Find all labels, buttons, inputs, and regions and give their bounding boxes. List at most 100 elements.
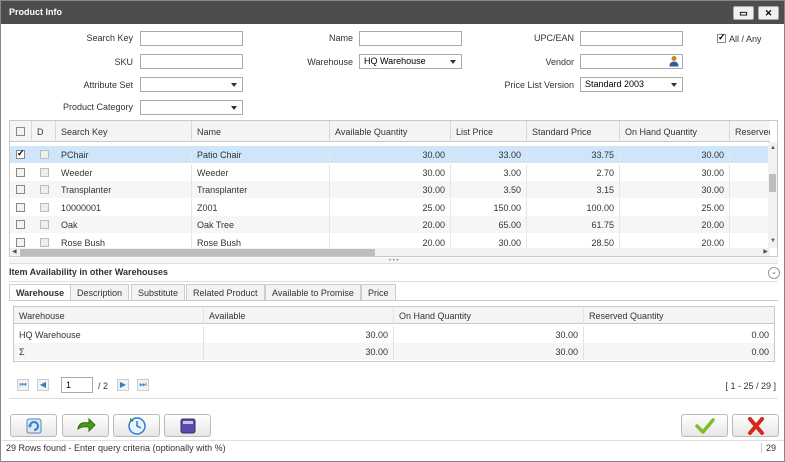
cell-list-price: 65.00 <box>451 216 527 233</box>
prev-page-icon[interactable]: ◀ <box>37 379 49 391</box>
cell-available: 20.00 <box>330 216 451 233</box>
column-header[interactable]: Search Key <box>56 121 192 142</box>
requery-button[interactable] <box>62 414 109 437</box>
page-number-input[interactable] <box>61 377 93 393</box>
cell-search-key: Oak <box>56 216 192 233</box>
cell-standard-price: 2.70 <box>527 164 620 181</box>
grid-horizontal-scrollbar[interactable]: ◀ ▶ <box>10 248 770 256</box>
tab-price[interactable]: Price <box>361 284 396 300</box>
cell-name: Z001 <box>192 199 330 216</box>
grid-vertical-scrollbar[interactable]: ▲ ▼ <box>768 142 777 248</box>
column-header[interactable]: Available <box>204 307 394 324</box>
price-list-select[interactable]: Standard 2003 <box>580 77 683 92</box>
column-header[interactable]: D <box>32 121 56 142</box>
cell-available: 25.00 <box>330 199 451 216</box>
select-all-cell <box>10 121 32 142</box>
scroll-thumb[interactable] <box>769 174 776 192</box>
row-checkbox[interactable] <box>16 220 25 229</box>
sku-input[interactable] <box>140 54 243 69</box>
column-header[interactable]: Standard Price <box>527 121 620 142</box>
chevron-down-icon <box>231 83 237 87</box>
cell-available: 30.00 <box>330 181 451 198</box>
divider <box>9 398 778 399</box>
column-header[interactable]: On Hand Quantity <box>620 121 730 142</box>
cancel-x-icon <box>747 417 764 435</box>
upc-input[interactable] <box>580 31 683 46</box>
drag-handle-icon[interactable]: • • • <box>389 258 399 264</box>
warehouse-select[interactable]: HQ Warehouse <box>359 54 462 69</box>
select-all-checkbox[interactable] <box>16 127 25 136</box>
vendor-lookup-icon[interactable] <box>668 55 680 67</box>
column-header[interactable]: Available Quantity <box>330 121 451 142</box>
name-input[interactable] <box>359 31 462 46</box>
last-page-icon[interactable]: ⏭ <box>137 379 149 391</box>
table-row[interactable]: Oak Oak Tree 20.00 65.00 61.75 20.00 <box>10 216 770 233</box>
scroll-up-icon[interactable]: ▲ <box>770 145 776 151</box>
table-row[interactable]: Σ 30.00 30.00 0.00 <box>14 343 774 360</box>
row-checkbox[interactable] <box>16 168 25 177</box>
product-category-select[interactable] <box>140 100 243 115</box>
cell-list-price: 3.00 <box>451 164 527 181</box>
row-discontinued-checkbox <box>40 203 49 212</box>
cell-on-hand: 30.00 <box>620 164 730 181</box>
scroll-down-icon[interactable]: ▼ <box>770 238 776 244</box>
tab-related-product[interactable]: Related Product <box>186 284 265 300</box>
tab-warehouse[interactable]: Warehouse <box>9 284 72 301</box>
table-row[interactable]: Weeder Weeder 30.00 3.00 2.70 30.00 <box>10 164 770 181</box>
column-header[interactable]: On Hand Quantity <box>394 307 584 324</box>
all-any-checkbox[interactable] <box>717 32 726 43</box>
archive-button[interactable] <box>164 414 211 437</box>
checkmark-icon <box>694 418 715 434</box>
refresh-button[interactable] <box>10 414 57 437</box>
cancel-button[interactable] <box>732 414 779 437</box>
warehouse-label: Warehouse <box>307 57 353 67</box>
splitter[interactable]: • • • <box>9 258 778 264</box>
cell-on-hand: 30.00 <box>394 326 584 343</box>
archive-icon <box>180 418 195 434</box>
cell-list-price: 33.00 <box>451 146 527 163</box>
all-any-label: All / Any <box>729 34 762 44</box>
cell-warehouse: Σ <box>14 343 204 360</box>
first-page-icon[interactable]: ⏮ <box>17 379 29 391</box>
search-key-input[interactable] <box>140 31 243 46</box>
table-row[interactable]: PChair Patio Chair 30.00 33.00 33.75 30.… <box>10 146 770 163</box>
table-row[interactable]: 10000001 Z001 25.00 150.00 100.00 25.00 <box>10 199 770 216</box>
ok-button[interactable] <box>681 414 728 437</box>
table-row[interactable]: Transplanter Transplanter 30.00 3.50 3.1… <box>10 181 770 198</box>
column-header[interactable]: Reserved <box>730 121 770 142</box>
upc-label: UPC/EAN <box>533 33 574 43</box>
price-list-select-value: Standard 2003 <box>585 79 645 89</box>
cell-on-hand: 30.00 <box>394 343 584 360</box>
column-header[interactable]: List Price <box>451 121 527 142</box>
next-page-icon[interactable]: ▶ <box>117 379 129 391</box>
row-checkbox[interactable] <box>16 148 25 159</box>
cell-standard-price: 100.00 <box>527 199 620 216</box>
scroll-left-icon[interactable]: ◀ <box>12 248 17 255</box>
history-button[interactable] <box>113 414 160 437</box>
row-checkbox[interactable] <box>16 203 25 212</box>
availability-title: Item Availability in other Warehouses <box>9 267 169 277</box>
price-list-label: Price List Version <box>504 80 574 90</box>
attribute-set-select[interactable] <box>140 77 243 92</box>
column-header[interactable]: Reserved Quantity <box>584 307 774 324</box>
collapse-icon[interactable]: ⌄ <box>768 267 780 279</box>
status-text: 29 Rows found - Enter query criteria (op… <box>6 443 226 453</box>
close-button[interactable]: ✕ <box>758 6 779 20</box>
table-row[interactable]: HQ Warehouse 30.00 30.00 0.00 <box>14 326 774 343</box>
cell-on-hand: 30.00 <box>620 146 730 163</box>
cell-reserved: 0.00 <box>751 330 769 340</box>
tab-description[interactable]: Description <box>70 284 130 300</box>
row-checkbox[interactable] <box>16 238 25 247</box>
vendor-label: Vendor <box>545 57 574 67</box>
row-checkbox[interactable] <box>16 185 25 194</box>
minimize-button[interactable]: ▭ <box>733 6 754 20</box>
column-header[interactable]: Warehouse <box>14 307 204 324</box>
row-discontinued-checkbox <box>40 150 49 159</box>
scroll-right-icon[interactable]: ▶ <box>763 248 768 255</box>
tab-substitute[interactable]: Substitute <box>131 284 186 300</box>
tab-available-to-promise[interactable]: Available to Promise <box>265 284 361 300</box>
column-header[interactable]: Name <box>192 121 330 142</box>
warehouse-select-value: HQ Warehouse <box>364 56 426 66</box>
divider <box>1 440 784 441</box>
scroll-thumb[interactable] <box>20 249 375 256</box>
